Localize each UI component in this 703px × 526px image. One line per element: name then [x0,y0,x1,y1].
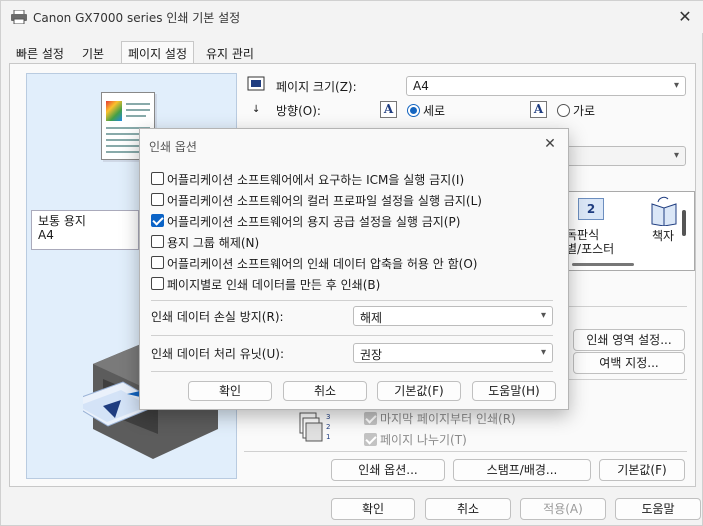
page-setup-defaults-button[interactable]: 기본값(F) [599,459,685,481]
tab-page-setup[interactable]: 페이지 설정 [121,41,195,64]
landscape-icon: A [530,101,547,118]
dialog-help-button[interactable]: 도움말(H) [472,381,556,401]
tab-maintenance[interactable]: 유지 관리 [199,41,261,63]
option-disable-icm[interactable]: 어플리케이션 소프트웨어에서 요구하는 ICM을 실행 금지(I) [151,171,561,187]
svg-text:2: 2 [326,423,330,431]
booklet-icon [651,196,677,226]
dialog-defaults-button[interactable]: 기본값(F) [377,381,461,401]
print-area-setup-button[interactable]: 인쇄 영역 설정... [573,329,685,351]
option-label: 용지 그룹 해제(N) [167,236,260,250]
print-options-button[interactable]: 인쇄 옵션... [331,459,445,481]
data-unit-label: 인쇄 데이터 처리 유닛(U): [151,347,284,361]
tab-quick-setup[interactable]: 빠른 설정 [9,41,71,63]
chevron-down-icon: ▾ [673,150,679,161]
dialog-ok-button[interactable]: 확인 [188,381,272,401]
prevent-data-loss-value: 해제 [360,311,383,325]
close-icon[interactable]: ✕ [540,134,560,154]
chevron-down-icon: ▾ [673,80,679,91]
media-size-text: A4 [38,228,54,242]
option-disable-color-profile[interactable]: 어플리케이션 소프트웨어의 컬러 프로파일 설정을 실행 금지(L) [151,192,561,208]
window-title: Canon GX7000 series 인쇄 기본 설정 [33,11,241,25]
option-checkbox[interactable] [151,172,164,185]
collate-checkbox[interactable] [364,433,377,446]
option-checkbox[interactable] [151,235,164,248]
option-label: 페이지별로 인쇄 데이터를 만든 후 인쇄(B) [167,278,381,292]
media-type-text: 보통 용지 [38,214,86,228]
option-label: 어플리케이션 소프트웨어에서 요구하는 ICM을 실행 금지(I) [167,173,465,187]
scrollbar-thumb[interactable] [682,210,686,236]
dialog-divider [151,371,553,372]
dialog-divider [151,300,553,301]
arrow-down-icon: ↓ [252,104,261,115]
prevent-data-loss-select[interactable]: 해제 ▾ [353,306,553,326]
page-size-icon [247,76,265,91]
page-size-select[interactable]: A4 ▾ [406,76,686,96]
option-print-per-page[interactable]: 페이지별로 인쇄 데이터를 만든 후 인쇄(B) [151,276,561,292]
option-label: 어플리케이션 소프트웨어의 용지 공급 설정을 실행 금지(P) [167,215,461,229]
apply-button[interactable]: 적용(A) [520,498,606,520]
svg-text:1: 1 [326,433,330,441]
collate-label: 페이지 나누기(T) [380,433,467,447]
option-disable-paper-source[interactable]: 어플리케이션 소프트웨어의 용지 공급 설정을 실행 금지(P) [151,213,561,229]
help-button[interactable]: 도움말 [615,498,701,520]
stamp-background-button[interactable]: 스탬프/배경... [453,459,591,481]
option-checkbox[interactable] [151,193,164,206]
option-checkbox[interactable] [151,256,164,269]
tiling-poster-icon: 2 [578,198,604,220]
option-no-compression[interactable]: 어플리케이션 소프트웨어의 인쇄 데이터 압축을 허용 안 함(O) [151,255,561,271]
prevent-data-loss-label: 인쇄 데이터 손실 방지(R): [151,310,284,324]
media-info-box: 보통 용지 A4 [31,210,139,250]
data-unit-select[interactable]: 권장 ▾ [353,343,553,363]
option-checkbox-checked[interactable] [151,214,164,227]
chevron-down-icon: ▾ [540,347,546,358]
option-checkbox[interactable] [151,277,164,290]
last-page-first-label: 마지막 페이지부터 인쇄(R) [380,412,516,426]
tab-main[interactable]: 기본 [75,41,111,63]
ok-button[interactable]: 확인 [331,498,415,520]
title-bar: Canon GX7000 series 인쇄 기본 설정 ✕ [1,1,703,33]
section-divider [244,451,687,452]
page-layout-list[interactable]: 2 독판식 별/포스터 책자 [565,191,695,271]
printer-app-icon [11,10,27,24]
layout-item-label: 별/포스터 [566,242,615,256]
cancel-button[interactable]: 취소 [425,498,511,520]
dialog-divider [151,335,553,336]
margin-setup-button[interactable]: 여백 지정... [573,352,685,374]
landscape-label: 가로 [573,104,596,118]
horizontal-scrollbar[interactable] [572,263,634,266]
close-icon[interactable]: ✕ [674,6,696,28]
option-label: 어플리케이션 소프트웨어의 컬러 프로파일 설정을 실행 금지(L) [167,194,482,208]
portrait-radio[interactable] [407,104,420,117]
orientation-label: 방향(O): [276,104,321,118]
page-size-label: 페이지 크기(Z): [276,80,357,94]
option-label: 어플리케이션 소프트웨어의 인쇄 데이터 압축을 허용 안 함(O) [167,257,478,271]
page-size-value: A4 [413,79,429,93]
last-page-first-checkbox[interactable] [364,412,377,425]
collate-icon: 3 2 1 [299,412,330,442]
dialog-title: 인쇄 옵션 [149,140,197,154]
data-unit-value: 권장 [360,348,383,362]
portrait-label: 세로 [423,104,446,118]
option-ungroup-paper[interactable]: 용지 그룹 해제(N) [151,234,561,250]
chevron-down-icon: ▾ [540,310,546,321]
dialog-cancel-button[interactable]: 취소 [283,381,367,401]
portrait-icon: A [380,101,397,118]
landscape-radio[interactable] [557,104,570,117]
layout-item-label: 책자 [652,229,675,243]
print-options-dialog: 인쇄 옵션 ✕ 어플리케이션 소프트웨어에서 요구하는 ICM을 실행 금지(I… [139,128,569,410]
svg-text:3: 3 [326,413,330,421]
